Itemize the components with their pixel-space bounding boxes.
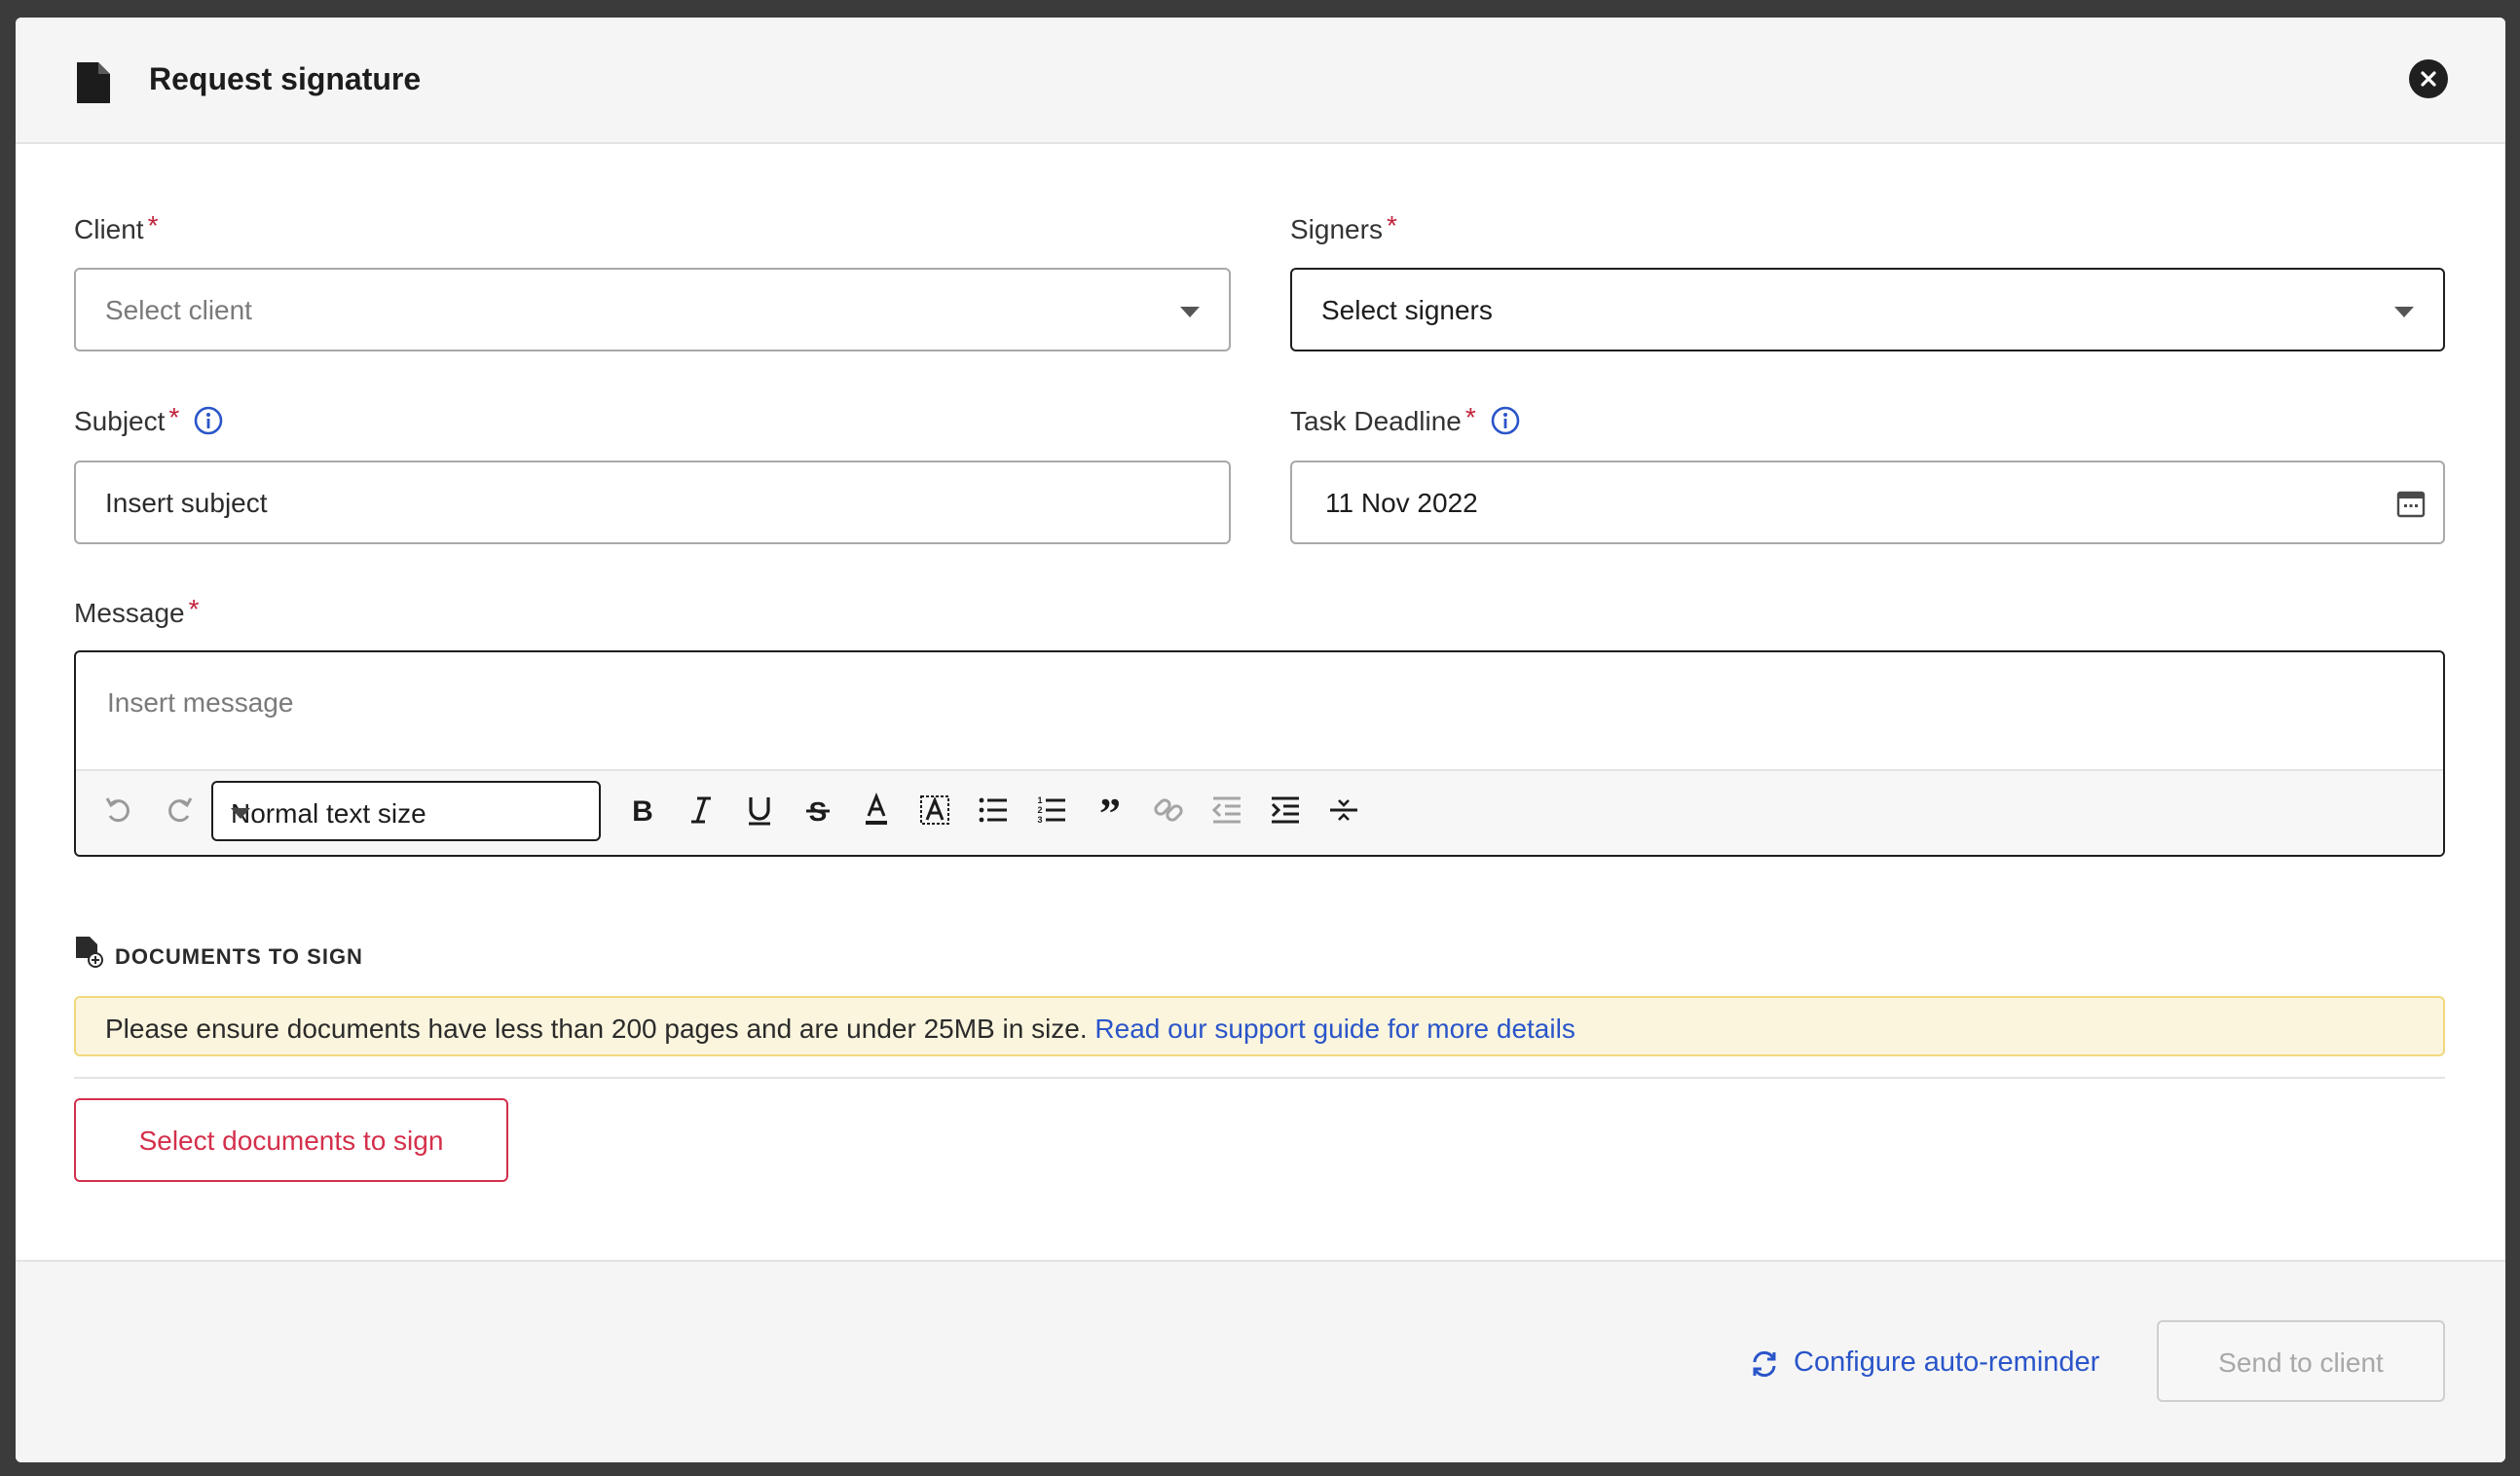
- message-label: Message *: [74, 594, 200, 628]
- close-icon: [2421, 71, 2436, 87]
- underline-button[interactable]: [738, 789, 781, 831]
- link-button[interactable]: [1147, 789, 1190, 831]
- client-label: Client *: [74, 210, 159, 244]
- required-marker: *: [188, 594, 200, 624]
- signers-select-value: Select signers: [1321, 295, 1493, 325]
- undo-button[interactable]: [97, 789, 140, 831]
- notice-text: Please ensure documents have less than 2…: [105, 1014, 1095, 1044]
- svg-text:1: 1: [1037, 795, 1042, 805]
- send-to-client-button[interactable]: Send to client: [2157, 1320, 2445, 1402]
- chevron-down-icon: [2394, 307, 2414, 317]
- bullet-list-icon: [979, 797, 1007, 823]
- refresh-icon: [1753, 1350, 1776, 1378]
- document-icon: [77, 62, 110, 103]
- deadline-date-value: 11 Nov 2022: [1325, 488, 1478, 518]
- strikethrough-button[interactable]: S: [797, 789, 839, 831]
- document-limits-notice: Please ensure documents have less than 2…: [74, 996, 2445, 1056]
- client-select[interactable]: Select client: [74, 268, 1231, 351]
- select-documents-button[interactable]: Select documents to sign: [74, 1098, 508, 1182]
- undo-icon: [105, 797, 130, 823]
- signers-label: Signers *: [1290, 210, 1397, 244]
- modal-title: Request signature: [149, 61, 422, 96]
- divider: [74, 1077, 2445, 1079]
- message-editor[interactable]: Insert message Normal text size B S 1 2 …: [74, 650, 2445, 857]
- redo-button[interactable]: [158, 789, 201, 831]
- deadline-date-input[interactable]: 11 Nov 2022: [1290, 461, 2445, 544]
- request-signature-modal: Request signature Client * Select client …: [16, 18, 2505, 1462]
- subject-label: Subject *: [74, 402, 224, 437]
- outdent-button[interactable]: [1205, 789, 1248, 831]
- svg-text:”: ”: [1099, 790, 1121, 831]
- indent-icon: [1271, 796, 1299, 824]
- close-button[interactable]: [2409, 59, 2448, 98]
- calendar-icon[interactable]: [2396, 489, 2426, 518]
- message-placeholder: Insert message: [107, 687, 294, 718]
- link-icon: [1154, 798, 1183, 822]
- numbered-list-icon: 123: [1037, 795, 1065, 825]
- font-color-button[interactable]: [855, 789, 898, 831]
- bold-button[interactable]: B: [621, 789, 664, 831]
- highlight-icon: [920, 795, 949, 825]
- indent-button[interactable]: [1264, 789, 1307, 831]
- italic-icon: [691, 796, 711, 824]
- text-size-select[interactable]: Normal text size: [211, 781, 601, 841]
- svg-text:B: B: [632, 795, 653, 828]
- chevron-down-icon: [1180, 307, 1200, 317]
- document-add-icon: [76, 937, 103, 968]
- outdent-icon: [1211, 796, 1241, 824]
- bullet-list-button[interactable]: [972, 789, 1015, 831]
- highlight-button[interactable]: [913, 789, 956, 831]
- strikethrough-icon: S: [806, 796, 830, 827]
- chevron-down-icon: [231, 808, 250, 819]
- font-color-icon: [866, 792, 887, 825]
- modal-footer: Configure auto-reminder Send to client: [16, 1260, 2505, 1462]
- svg-text:3: 3: [1037, 815, 1042, 825]
- modal-header: Request signature: [16, 18, 2505, 144]
- info-icon[interactable]: [193, 405, 224, 436]
- blockquote-button[interactable]: ”: [1089, 789, 1131, 837]
- text-size-value: Normal text size: [231, 798, 426, 829]
- underline-icon: [749, 797, 770, 826]
- horizontal-rule-icon: [1330, 799, 1357, 821]
- required-marker: *: [1464, 402, 1476, 432]
- support-guide-link[interactable]: Read our support guide for more details: [1094, 1014, 1575, 1044]
- required-marker: *: [168, 402, 180, 432]
- italic-button[interactable]: [680, 789, 723, 831]
- deadline-label: Task Deadline *: [1290, 402, 1521, 437]
- signers-select[interactable]: Select signers: [1290, 268, 2445, 351]
- quote-icon: ”: [1099, 790, 1121, 837]
- numbered-list-button[interactable]: 123: [1030, 789, 1073, 831]
- redo-icon: [168, 797, 193, 823]
- subject-input-placeholder: Insert subject: [105, 488, 268, 518]
- info-icon[interactable]: [1490, 405, 1521, 436]
- required-marker: *: [1386, 210, 1397, 240]
- editor-toolbar: Normal text size B S 1 2 3 ”: [76, 769, 2443, 855]
- client-select-placeholder: Select client: [105, 295, 252, 325]
- subject-input[interactable]: Insert subject: [74, 461, 1231, 544]
- bold-icon: B: [632, 795, 653, 828]
- horizontal-rule-button[interactable]: [1322, 789, 1365, 831]
- svg-text:2: 2: [1037, 805, 1042, 815]
- required-marker: *: [147, 210, 159, 240]
